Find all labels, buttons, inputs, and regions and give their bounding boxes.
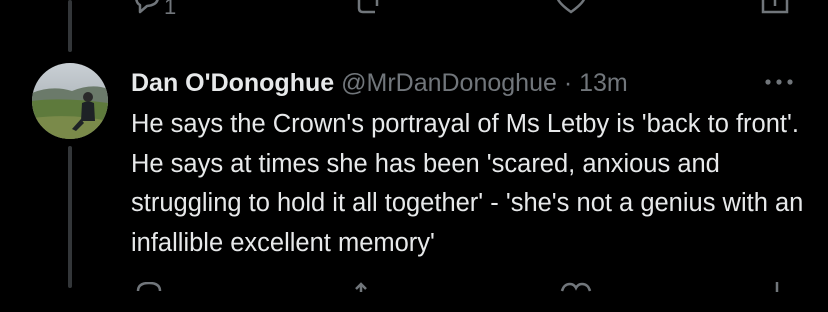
thread-line-bottom xyxy=(68,146,72,288)
separator-dot: · xyxy=(563,69,573,97)
avatar-image xyxy=(32,63,108,139)
like-button-current[interactable] xyxy=(560,282,592,292)
tweet-text: He says the Crown's portrayal of Ms Letb… xyxy=(131,110,811,257)
more-options-button[interactable] xyxy=(764,70,796,94)
share-icon xyxy=(761,0,789,14)
retweet-icon xyxy=(357,0,379,14)
reply-count: 1 xyxy=(164,0,177,19)
previous-tweet-actions: 1 xyxy=(0,0,828,19)
like-button[interactable] xyxy=(555,0,587,18)
like-icon xyxy=(560,282,592,292)
share-icon xyxy=(775,282,779,292)
retweet-button-current[interactable] xyxy=(355,282,385,292)
tweet-header: Dan O'Donoghue @MrDanDonoghue · 13m xyxy=(131,66,628,100)
retweet-icon xyxy=(355,282,367,292)
more-icon xyxy=(765,79,793,85)
like-icon xyxy=(556,0,586,14)
retweet-button[interactable] xyxy=(353,0,383,18)
share-button-current[interactable] xyxy=(762,282,792,292)
reply-icon xyxy=(136,282,162,292)
reply-button[interactable]: 1 xyxy=(130,0,176,19)
reply-icon xyxy=(135,0,159,14)
avatar[interactable] xyxy=(32,63,108,139)
author-handle[interactable]: @MrDanDonoghue xyxy=(341,69,557,97)
tweet-timestamp[interactable]: 13m xyxy=(579,69,628,97)
share-button[interactable] xyxy=(760,0,790,18)
author-name[interactable]: Dan O'Donoghue xyxy=(131,69,334,97)
reply-button-current[interactable] xyxy=(132,282,166,292)
tweet-actions xyxy=(0,282,828,312)
